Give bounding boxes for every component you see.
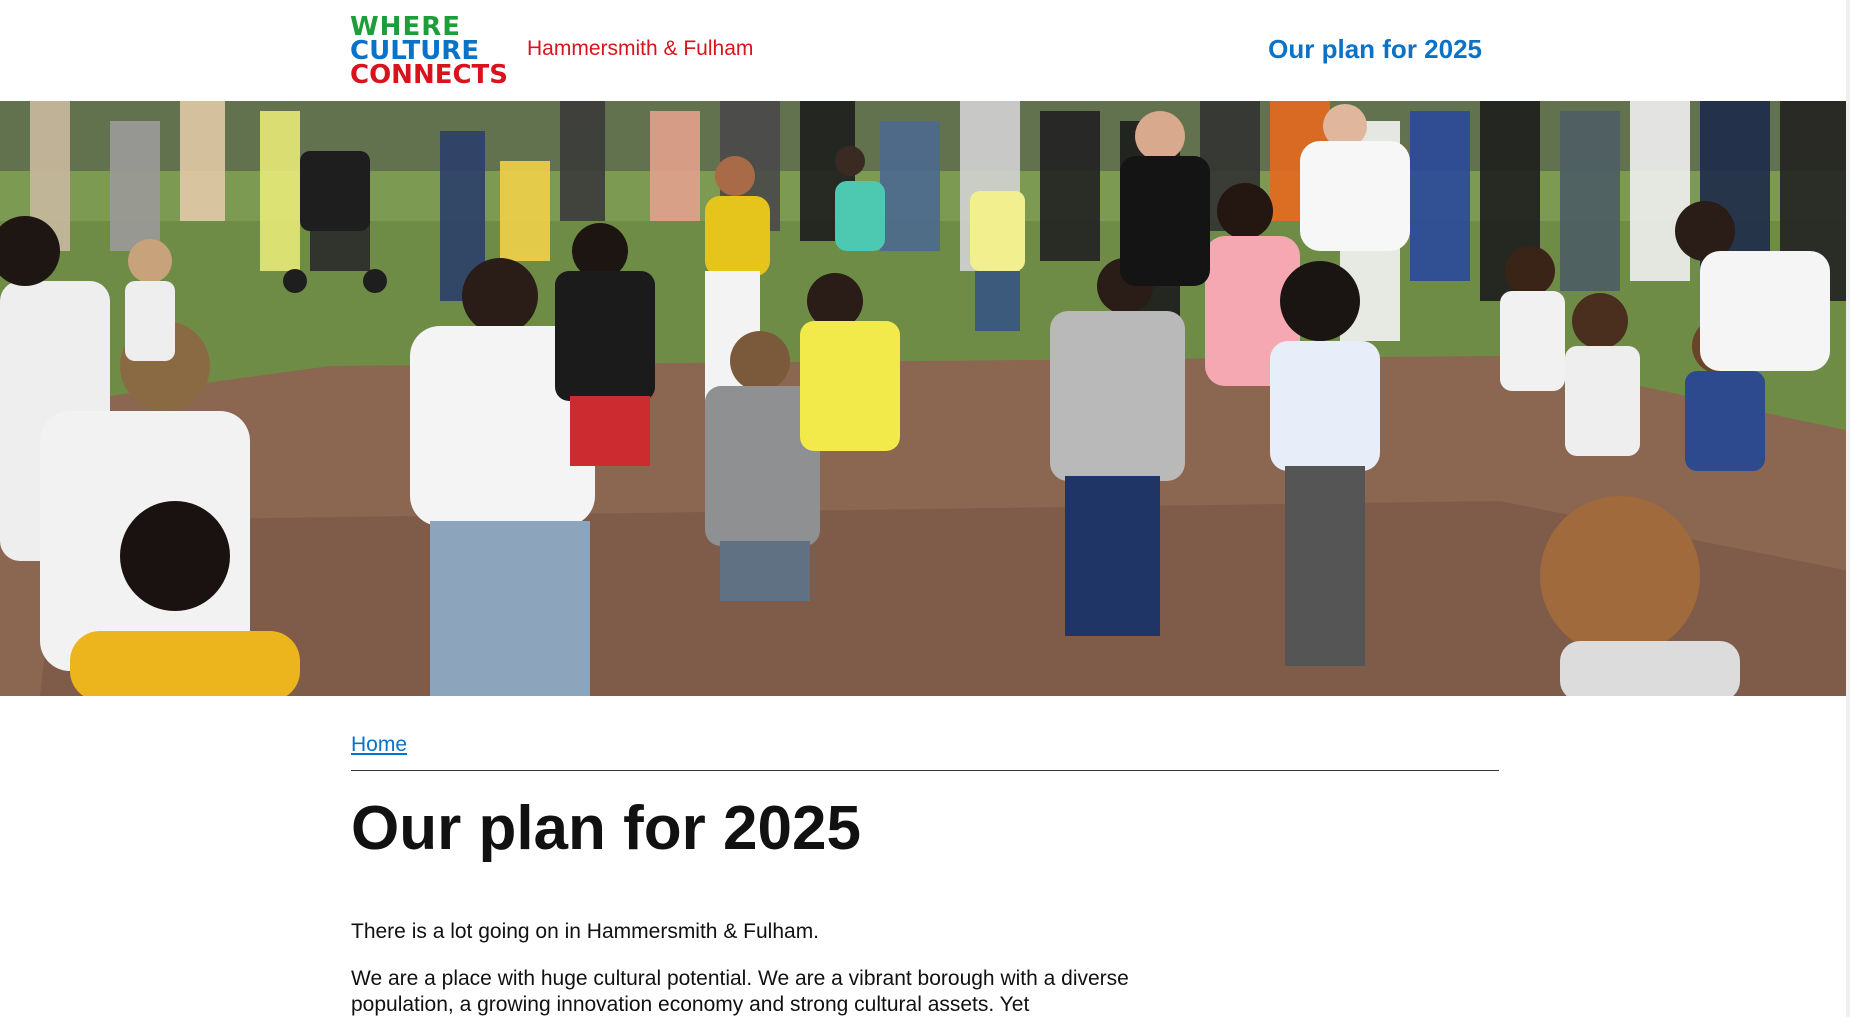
page-scrollbar[interactable] [1846,0,1850,1017]
site-header: WHERE CULTURE CONNECTS Hammersmith & Ful… [0,0,1850,101]
site-logo[interactable]: WHERE CULTURE CONNECTS [350,14,512,90]
intro-paragraph-2: We are a place with huge cultural potent… [351,967,1129,1016]
hero-image [0,101,1850,696]
borough-link[interactable]: Hammersmith & Fulham [527,37,753,61]
nav-link-plan-2025[interactable]: Our plan for 2025 [1268,34,1482,65]
intro-paragraph-1: There is a lot going on in Hammersmith &… [351,920,820,943]
breadcrumb-home-link[interactable]: Home [351,733,407,757]
breadcrumb-divider [351,770,1499,771]
page-title: Our plan for 2025 [351,794,861,863]
logo-line-connects: CONNECTS [350,60,509,90]
